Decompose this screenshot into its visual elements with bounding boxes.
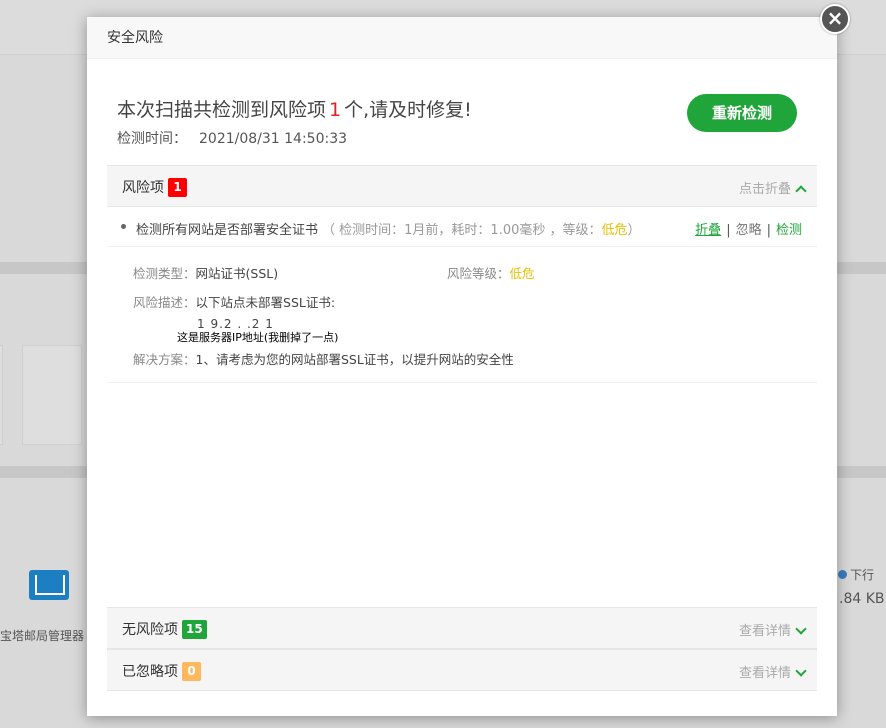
- detail-level: 风险等级：低危: [447, 263, 535, 282]
- summary-title: 本次扫描共检测到风险项 1 个,请及时修复!: [117, 95, 472, 122]
- risk-count-badge: 1: [168, 178, 187, 197]
- scan-time-value: 2021/08/31 14:50:33: [199, 131, 348, 147]
- fold-link[interactable]: 折叠: [695, 223, 721, 238]
- detail-solution-value: 1、请考虑为您的网站部署SSL证书，以提升网站的安全性: [195, 352, 514, 367]
- scan-time: 检测时间： 2021/08/31 14:50:33: [117, 128, 472, 148]
- ip-redaction-note: 这是服务器IP地址(我删掉了一点): [177, 329, 339, 345]
- chevron-down-icon: [795, 623, 807, 635]
- safe-section-title: 无风险项: [122, 622, 178, 638]
- risk-item-name: 检测所有网站是否部署安全证书: [136, 223, 319, 238]
- risk-item-level: 低危: [601, 223, 628, 238]
- dialog-title: 安全风险: [107, 30, 163, 46]
- detail-desc-value: 以下站点未部署SSL证书:: [195, 295, 336, 310]
- ignored-view-details-label: 查看详情: [738, 666, 791, 681]
- risk-item-meta-text: （ 检测时间：1月前，耗时：1.00毫秒 ，等级：: [322, 223, 602, 238]
- ignored-count-badge: 0: [182, 662, 201, 681]
- detail-type-value: 网站证书(SSL): [195, 266, 279, 281]
- risk-item-meta: （ 检测时间：1月前，耗时：1.00毫秒 ，等级：低危）: [322, 223, 641, 238]
- detail-solution-label: 解决方案：: [133, 352, 196, 367]
- risk-item-meta-close: ）: [627, 223, 641, 238]
- safe-view-details-toggle[interactable]: 查看详情: [738, 620, 807, 639]
- detail-type-label: 检测类型：: [133, 266, 196, 281]
- scan-time-label: 检测时间：: [117, 131, 187, 147]
- dialog-header: 安全风险: [87, 17, 837, 59]
- detail-description: 风险描述：以下站点未部署SSL证书:: [133, 292, 335, 311]
- risk-item-title: 检测所有网站是否部署安全证书（ 检测时间：1月前，耗时：1.00毫秒 ，等级：低…: [136, 219, 641, 238]
- risk-section-label: 风险项 1: [122, 177, 187, 197]
- check-link[interactable]: 检测: [776, 223, 802, 238]
- background-card: [0, 345, 3, 445]
- rescan-button[interactable]: 重新检测: [687, 94, 797, 132]
- bullet-icon: [121, 224, 126, 229]
- scan-summary: 本次扫描共检测到风险项 1 个,请及时修复! 检测时间： 2021/08/31 14:…: [117, 95, 472, 148]
- ignored-section-header[interactable]: 已忽略项 0 查看详情: [107, 649, 817, 691]
- mail-app-label: 宝塔邮局管理器 4: [0, 629, 96, 643]
- ignore-link[interactable]: 忽略: [736, 223, 762, 238]
- detail-level-value: 低危: [509, 266, 535, 281]
- ignored-section-label: 已忽略项 0: [122, 661, 201, 681]
- risk-collapse-toggle[interactable]: 点击折叠: [738, 178, 807, 197]
- detail-desc-label: 风险描述：: [133, 295, 196, 310]
- summary-prefix: 本次扫描共检测到风险项: [117, 99, 327, 121]
- safe-view-details-label: 查看详情: [738, 624, 791, 639]
- action-separator: |: [766, 223, 771, 238]
- ignored-section-title: 已忽略项: [122, 664, 178, 680]
- close-icon[interactable]: ×: [820, 4, 850, 34]
- summary-suffix: 个,请及时修复!: [344, 99, 472, 121]
- background-card: [22, 345, 82, 445]
- safe-section-header[interactable]: 无风险项 15 查看详情: [107, 607, 817, 649]
- mail-icon: [29, 570, 69, 600]
- safe-section-label: 无风险项 15: [122, 619, 207, 639]
- download-dot-icon: [838, 570, 847, 579]
- summary-risk-count: 1: [329, 99, 342, 121]
- detail-solution: 解决方案：1、请考虑为您的网站部署SSL证书，以提升网站的安全性: [133, 349, 514, 368]
- security-risk-dialog: 安全风险 本次扫描共检测到风险项 1 个,请及时修复! 检测时间： 2021/08/3…: [87, 17, 837, 716]
- risk-section-title: 风险项: [122, 180, 164, 196]
- detail-type: 检测类型：网站证书(SSL): [133, 263, 278, 282]
- safe-count-badge: 15: [182, 620, 207, 639]
- risk-item-detail: 检测类型：网站证书(SSL) 风险等级：低危 风险描述：以下站点未部署SSL证书…: [107, 249, 817, 383]
- chevron-up-icon: [795, 185, 807, 197]
- detail-level-label: 风险等级：: [447, 266, 510, 281]
- net-download-label: 下行: [850, 568, 875, 582]
- ignored-view-details-toggle[interactable]: 查看详情: [738, 662, 807, 681]
- chevron-down-icon: [795, 665, 807, 677]
- risk-section-header[interactable]: 风险项 1 点击折叠: [107, 165, 817, 207]
- risk-item-row: 检测所有网站是否部署安全证书（ 检测时间：1月前，耗时：1.00毫秒 ，等级：低…: [107, 207, 817, 247]
- risk-item-actions: 折叠 | 忽略 | 检测: [695, 219, 802, 238]
- net-download-value: .84 KB: [839, 591, 885, 607]
- action-separator: |: [726, 223, 731, 238]
- risk-collapse-label: 点击折叠: [738, 182, 791, 197]
